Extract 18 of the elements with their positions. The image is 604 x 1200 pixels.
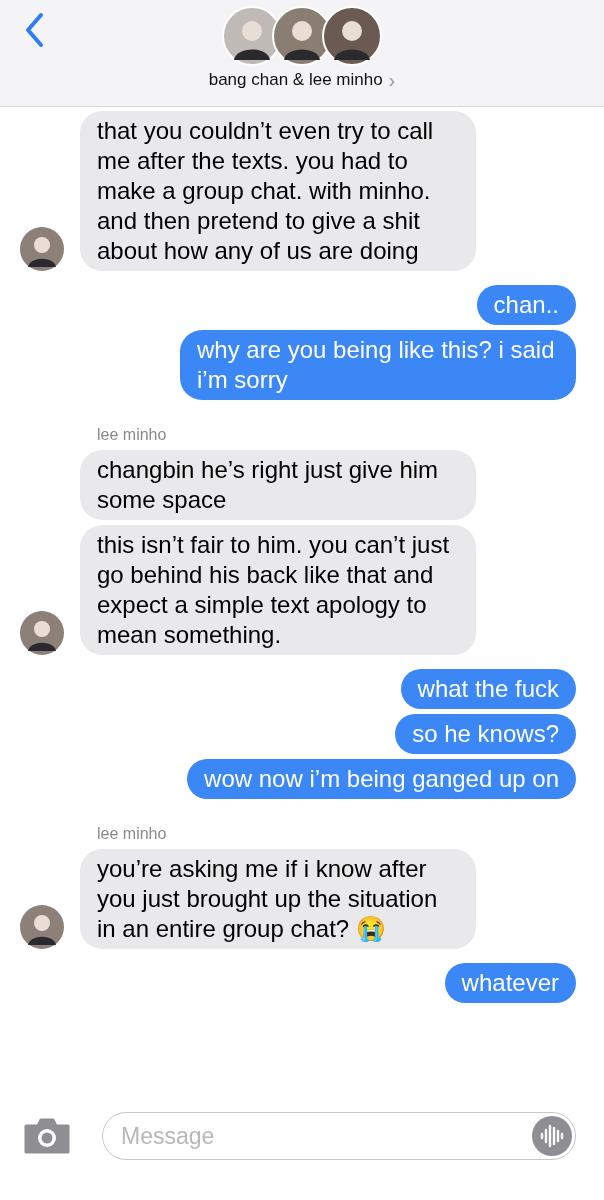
avatar-icon	[322, 6, 382, 66]
message-bubble: you’re asking me if i know after you just brought up the situation in an entire group chat? 😭	[80, 849, 476, 949]
camera-icon[interactable]	[24, 1118, 70, 1154]
sender-name: lee minho	[97, 825, 167, 843]
sender-name: lee minho	[97, 426, 167, 444]
message-bubble: wow now i’m being ganged up on	[187, 759, 576, 799]
message-bubble: that you couldn’t even try to call me after the texts. you had to make a group chat. with minho. and then pretend to give a shit about how any of us are doing	[80, 111, 476, 271]
message-bubble: why are you being like this? i said i’m sorry	[180, 330, 576, 400]
conversation-title[interactable]: bang chan & lee minho	[208, 70, 383, 90]
message-bubble: this isn’t fair to him. you can’t just go behind his back like that and expect a simple text apology to mean something.	[80, 525, 476, 655]
back-icon[interactable]	[24, 12, 44, 48]
message-field[interactable]: Message	[102, 1112, 576, 1160]
message-bubble: chan..	[476, 285, 576, 325]
message-bubble: what the fuck	[400, 669, 576, 709]
message-bubble: whatever	[444, 963, 576, 1003]
message-bubble: so he knows?	[395, 714, 576, 754]
message-bubble: changbin he’s right just give him some space	[80, 450, 476, 520]
audio-icon[interactable]	[532, 1116, 572, 1156]
